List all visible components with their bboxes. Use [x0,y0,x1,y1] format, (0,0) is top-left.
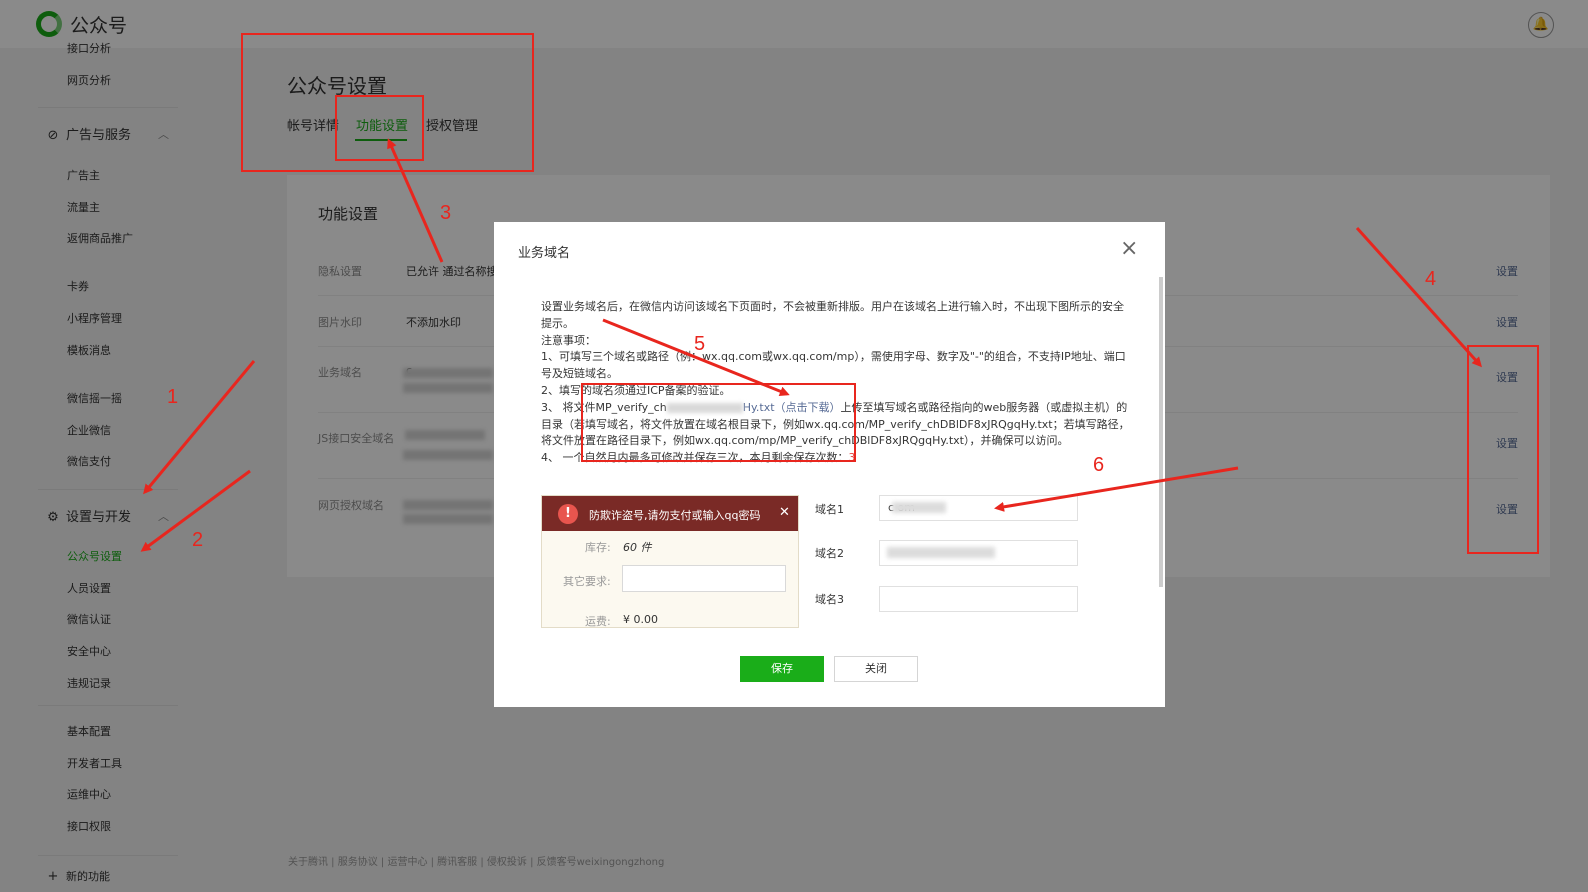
annotation-arrow-6 [994,466,1239,512]
annotation-arrow-4 [1355,226,1483,368]
annotation-arrow-1 [143,360,256,495]
annotation-arrow-2 [140,469,251,552]
annotation-arrows [140,138,1483,552]
annotation-arrow-5 [602,318,790,397]
annotation-arrow-3 [387,138,444,263]
